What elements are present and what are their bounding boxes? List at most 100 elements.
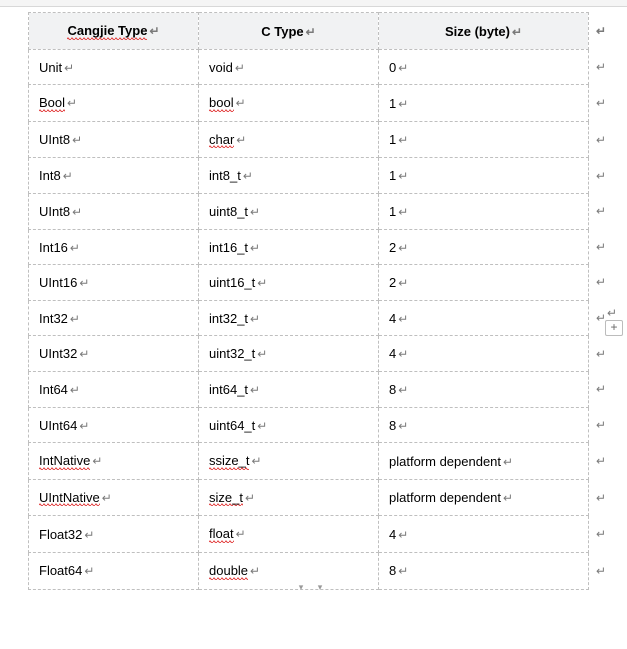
para-mark-icon bbox=[245, 491, 255, 505]
cell-text: 2 bbox=[389, 240, 396, 256]
table-cell: size_t bbox=[199, 479, 379, 516]
para-mark-icon bbox=[398, 276, 408, 290]
table-cell: 8 bbox=[379, 407, 589, 443]
para-mark-icon bbox=[398, 241, 408, 255]
cell-text: int64_t bbox=[209, 382, 248, 398]
table-row: Float32 float 4 bbox=[29, 516, 589, 553]
table-cell: platform dependent bbox=[379, 443, 589, 480]
col-header-label: C Type bbox=[261, 24, 303, 40]
cell-text: Bool bbox=[39, 95, 65, 112]
cell-text: int16_t bbox=[209, 240, 248, 256]
cell-text: char bbox=[209, 132, 234, 149]
para-mark-icon bbox=[398, 97, 408, 111]
cell-text: UInt16 bbox=[39, 275, 77, 291]
para-mark-icon bbox=[236, 527, 246, 541]
table-cell: float bbox=[199, 516, 379, 553]
table-cell: 2 bbox=[379, 229, 589, 265]
row-end-mark-icon bbox=[596, 275, 606, 289]
table-cell: uint8_t bbox=[199, 193, 379, 229]
table-cell: 0 bbox=[379, 49, 589, 85]
cell-text: UInt64 bbox=[39, 418, 77, 434]
para-mark-icon bbox=[250, 383, 260, 397]
table-cell: Int32 bbox=[29, 300, 199, 336]
row-end-mark-icon bbox=[596, 24, 606, 38]
plus-icon[interactable]: + bbox=[605, 320, 623, 336]
para-mark-icon bbox=[398, 383, 408, 397]
table-cell: 4 bbox=[379, 516, 589, 553]
table-cell: 1 bbox=[379, 85, 589, 122]
table-cell: IntNative bbox=[29, 443, 199, 480]
cell-text: 4 bbox=[389, 346, 396, 362]
para-mark-icon bbox=[512, 25, 522, 39]
cell-text: uint64_t bbox=[209, 418, 255, 434]
table-cell: int8_t bbox=[199, 158, 379, 194]
table-row: Bool bool 1 bbox=[29, 85, 589, 122]
bottom-ruler-marks: ▾ ▾ bbox=[294, 582, 334, 588]
table-cell: char bbox=[199, 121, 379, 158]
cell-text: Float32 bbox=[39, 527, 82, 543]
table-cell: 8 bbox=[379, 552, 589, 589]
table-cell: bool bbox=[199, 85, 379, 122]
table-cell: UInt8 bbox=[29, 121, 199, 158]
row-end-mark-icon bbox=[596, 347, 606, 361]
cell-text: platform dependent bbox=[389, 490, 501, 506]
table-row: Int64 int64_t 8 bbox=[29, 371, 589, 407]
table-cell: uint64_t bbox=[199, 407, 379, 443]
para-mark-icon bbox=[70, 312, 80, 326]
cell-text: uint8_t bbox=[209, 204, 248, 220]
table-cell: 1 bbox=[379, 193, 589, 229]
para-mark-icon bbox=[79, 276, 89, 290]
cell-text: 1 bbox=[389, 132, 396, 148]
table-cell: 1 bbox=[379, 158, 589, 194]
table-row: UInt8uint8_t1 bbox=[29, 193, 589, 229]
type-mapping-table: Cangjie Type C Type Size (byte) Unitvoid… bbox=[28, 12, 589, 590]
add-row-widget[interactable]: + bbox=[605, 306, 623, 334]
cell-text: ssize_t bbox=[209, 453, 249, 470]
table-cell: platform dependent bbox=[379, 479, 589, 516]
para-mark-icon bbox=[79, 347, 89, 361]
para-mark-icon bbox=[63, 169, 73, 183]
cell-text: Int64 bbox=[39, 382, 68, 398]
para-mark-icon bbox=[503, 455, 513, 469]
para-mark-icon bbox=[257, 347, 267, 361]
cell-text: 1 bbox=[389, 96, 396, 112]
table-row: UInt64 uint64_t 8 bbox=[29, 407, 589, 443]
table-row: UInt16uint16_t2 bbox=[29, 265, 589, 301]
para-mark-icon bbox=[398, 419, 408, 433]
table-header-row: Cangjie Type C Type Size (byte) bbox=[29, 13, 589, 50]
para-mark-icon bbox=[398, 347, 408, 361]
para-mark-icon bbox=[398, 169, 408, 183]
row-end-mark-icon bbox=[596, 133, 606, 147]
table-row: UInt8 char 1 bbox=[29, 121, 589, 158]
table-row: Unitvoid0 bbox=[29, 49, 589, 85]
para-mark-icon bbox=[236, 133, 246, 147]
para-mark-icon bbox=[257, 419, 267, 433]
row-end-mark-icon bbox=[596, 382, 606, 396]
para-mark-icon bbox=[79, 419, 89, 433]
para-mark-icon bbox=[250, 241, 260, 255]
table-cell: UInt32 bbox=[29, 336, 199, 372]
row-end-mark-icon bbox=[596, 527, 606, 541]
para-mark-icon bbox=[398, 564, 408, 578]
row-end-mark-icon bbox=[596, 96, 606, 110]
cell-text: double bbox=[209, 563, 248, 580]
table-cell: Float64 bbox=[29, 552, 199, 589]
para-mark-icon bbox=[70, 241, 80, 255]
para-mark-icon bbox=[236, 96, 246, 110]
cell-text: 8 bbox=[389, 563, 396, 579]
cell-text: 1 bbox=[389, 204, 396, 220]
row-end-mark-icon bbox=[607, 306, 617, 320]
para-mark-icon bbox=[84, 564, 94, 578]
col-header-ctype: C Type bbox=[199, 13, 379, 50]
table-cell: 1 bbox=[379, 121, 589, 158]
para-mark-icon bbox=[92, 454, 102, 468]
para-mark-icon bbox=[67, 96, 77, 110]
table-cell: void bbox=[199, 49, 379, 85]
cell-text: uint16_t bbox=[209, 275, 255, 291]
para-mark-icon bbox=[250, 205, 260, 219]
row-end-mark-icon bbox=[596, 418, 606, 432]
cell-text: 8 bbox=[389, 382, 396, 398]
cell-text: platform dependent bbox=[389, 454, 501, 470]
table-cell: Int8 bbox=[29, 158, 199, 194]
cell-text: float bbox=[209, 526, 234, 543]
